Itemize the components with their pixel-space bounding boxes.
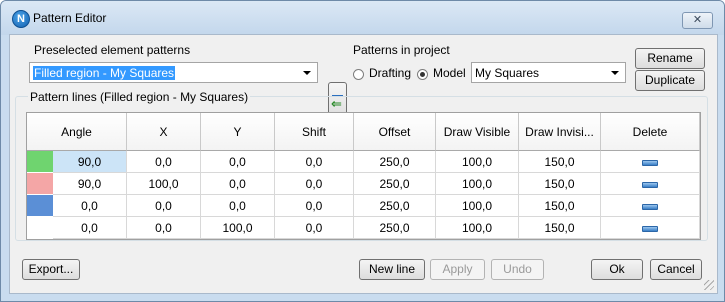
column-header-shift[interactable]: Shift [275,113,354,151]
table-cell-y[interactable]: 0,0 [201,151,275,173]
drafting-radio[interactable] [353,69,364,80]
export-button[interactable]: Export... [22,259,80,280]
pattern-lines-label: Pattern lines (Filled region - My Square… [28,90,251,104]
table-cell-draw-visible[interactable]: 100,0 [436,217,519,239]
table-cell-shift[interactable]: 0,0 [275,173,354,195]
delete-row-icon [642,181,658,188]
delete-row-button[interactable] [601,217,700,239]
delete-row-button[interactable] [601,195,700,217]
table-cell-x[interactable]: 100,0 [127,173,201,195]
table-cell-draw-visible[interactable]: 100,0 [436,195,519,217]
chevron-down-icon [611,71,619,75]
table-cell-draw-visible[interactable]: 100,0 [436,173,519,195]
table-cell-angle[interactable]: 0,0 [53,195,127,217]
model-radio-label: Model [433,66,466,80]
table-cell-offset[interactable]: 250,0 [354,195,436,217]
table-cell-offset[interactable]: 250,0 [354,217,436,239]
title-bar[interactable]: N Pattern Editor ✕ [1,1,724,35]
table-cell-offset[interactable]: 250,0 [354,151,436,173]
table-cell-draw-invisible[interactable]: 150,0 [519,195,601,217]
table-cell-draw-invisible[interactable]: 150,0 [519,217,601,239]
rename-button[interactable]: Rename [635,48,705,69]
table-cell-angle[interactable]: 90,0 [53,151,127,173]
apply-button[interactable]: Apply [430,259,485,280]
table-cell-angle[interactable]: 90,0 [53,173,127,195]
delete-row-button[interactable] [601,173,700,195]
cancel-button[interactable]: Cancel [650,259,702,280]
table-cell-angle[interactable]: 0,0 [53,217,127,239]
table-cell-draw-visible[interactable]: 100,0 [436,151,519,173]
preselected-label: Preselected element patterns [34,43,191,57]
row-color-swatch [27,217,53,238]
close-button[interactable]: ✕ [682,12,713,29]
column-header-angle[interactable]: Angle [27,113,127,151]
model-radio[interactable] [417,69,428,80]
table-cell-shift[interactable]: 0,0 [275,151,354,173]
pattern-lines-table: Angle X Y Shift Offset Draw Visible Draw… [26,112,701,240]
project-pattern-value: My Squares [475,66,540,80]
resize-grip-icon[interactable] [704,280,714,290]
preselected-pattern-value: Filled region - My Squares [33,66,176,80]
table-cell-x[interactable]: 0,0 [127,151,201,173]
delete-row-button[interactable] [601,151,700,173]
app-logo-icon: N [12,10,30,28]
chevron-down-icon [303,71,311,75]
dialog-body: Preselected element patterns Filled regi… [9,34,718,294]
table-cell-draw-invisible[interactable]: 150,0 [519,173,601,195]
project-patterns-label: Patterns in project [353,43,450,57]
project-pattern-dropdown[interactable]: My Squares [471,62,626,83]
row-color-swatch [27,151,53,172]
table-cell-shift[interactable]: 0,0 [275,217,354,239]
undo-button[interactable]: Undo [491,259,544,280]
column-header-x[interactable]: X [127,113,201,151]
delete-row-icon [642,159,658,166]
column-header-offset[interactable]: Offset [354,113,436,151]
preselected-pattern-dropdown[interactable]: Filled region - My Squares [29,62,318,83]
table-cell-offset[interactable]: 250,0 [354,173,436,195]
delete-row-icon [642,203,658,210]
column-header-delete[interactable]: Delete [601,113,700,151]
duplicate-button[interactable]: Duplicate [635,70,705,91]
ok-button[interactable]: Ok [591,259,643,280]
row-color-swatch [27,195,53,216]
drafting-radio-label: Drafting [369,66,412,80]
new-line-button[interactable]: New line [359,259,425,280]
table-cell-draw-invisible[interactable]: 150,0 [519,151,601,173]
table-cell-x[interactable]: 0,0 [127,217,201,239]
table-cell-y[interactable]: 100,0 [201,217,275,239]
column-header-draw-visible[interactable]: Draw Visible [436,113,519,151]
table-cell-y[interactable]: 0,0 [201,173,275,195]
column-header-draw-invisible[interactable]: Draw Invisi... [519,113,601,151]
window-title: Pattern Editor [33,11,107,25]
delete-row-icon [642,225,658,232]
pattern-editor-window: N Pattern Editor ✕ Preselected element p… [0,0,725,302]
row-color-swatch [27,173,53,194]
table-cell-shift[interactable]: 0,0 [275,195,354,217]
table-cell-y[interactable]: 0,0 [201,195,275,217]
table-cell-x[interactable]: 0,0 [127,195,201,217]
column-header-y[interactable]: Y [201,113,275,151]
